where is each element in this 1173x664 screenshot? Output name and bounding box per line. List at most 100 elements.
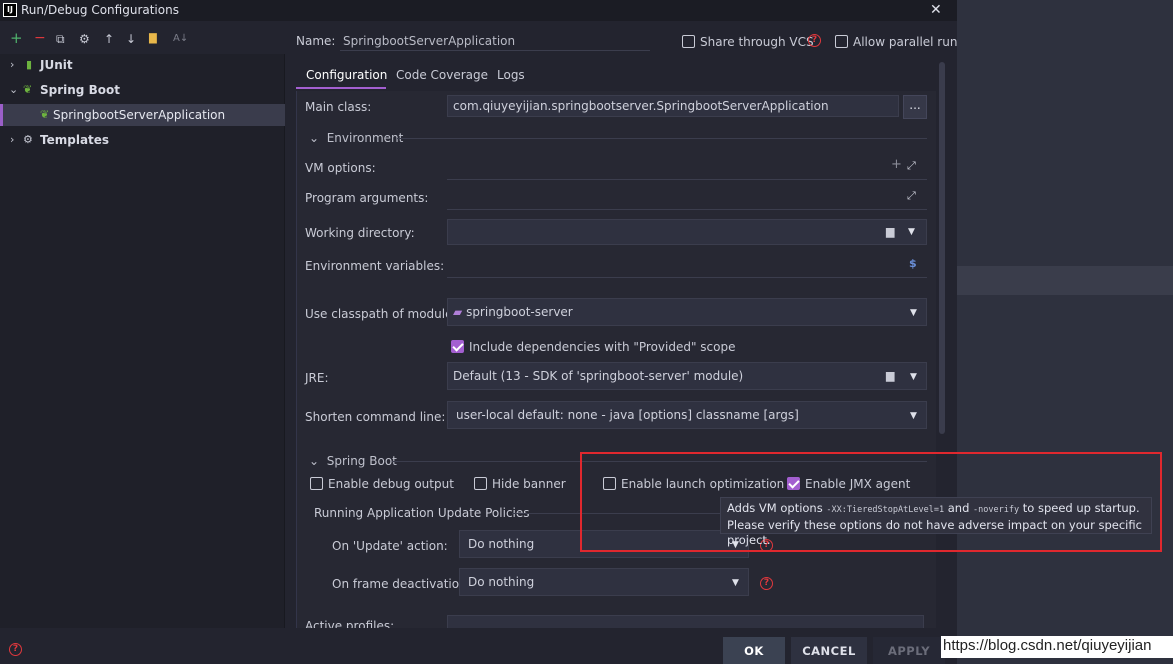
background-band	[957, 266, 1173, 295]
spring-boot-icon: ❦	[40, 108, 50, 121]
bottom-bar: ? OK CANCEL APPLY	[0, 628, 957, 664]
settings-icon[interactable]: ⚙	[79, 32, 90, 46]
copy-icon[interactable]: ⧉	[56, 32, 65, 47]
enable-debug-output-checkbox[interactable]: Enable debug output	[310, 476, 454, 491]
help-icon[interactable]: ?	[9, 643, 22, 656]
active-profiles-input[interactable]	[447, 615, 924, 628]
wrench-icon: ⚙	[23, 133, 33, 146]
vm-options-input[interactable]: + ⤢	[447, 154, 927, 180]
dropdown-arrow-icon[interactable]: ▼	[732, 578, 739, 588]
working-directory-label: Working directory:	[305, 226, 415, 240]
shorten-command-select[interactable]: user-local default: none - java [options…	[447, 401, 927, 429]
folder-icon[interactable]: ▇	[149, 33, 157, 44]
classpath-module-text: springboot-server	[466, 305, 573, 319]
program-arguments-input[interactable]: ⤢	[447, 184, 927, 210]
jre-select[interactable]: Default (13 - SDK of 'springboot-server'…	[447, 362, 927, 390]
tree-item-label: Templates	[40, 133, 110, 147]
checkbox-box[interactable]	[474, 477, 487, 490]
expand-icon[interactable]: ⤢	[907, 159, 916, 173]
on-frame-deactivation-label: On frame deactivation:	[332, 577, 471, 591]
checkbox-box[interactable]	[682, 35, 695, 48]
active-profiles-label: Active profiles:	[305, 619, 395, 628]
watermark: https://blog.csdn.net/qiuyeyijian	[941, 636, 1173, 658]
tree-item-label: JUnit	[40, 58, 73, 72]
main-class-label: Main class:	[305, 100, 372, 114]
share-vcs-label: Share through VCS	[700, 34, 814, 49]
spring-boot-section[interactable]: ⌄ Spring Boot	[309, 454, 397, 468]
tree-item-label: SpringbootServerApplication	[53, 108, 226, 122]
title-bar: IJ Run/Debug Configurations ✕	[0, 0, 957, 21]
spring-boot-icon: ❦	[23, 83, 33, 96]
close-icon[interactable]: ✕	[930, 2, 942, 18]
browse-button[interactable]: ...	[903, 95, 927, 119]
dropdown-arrow-icon[interactable]: ▼	[910, 372, 917, 382]
checkbox-box[interactable]	[451, 340, 464, 353]
help-icon[interactable]: ?	[808, 34, 821, 47]
chevron-down-icon: ⌄	[309, 454, 320, 468]
folder-icon[interactable]: ▆	[886, 369, 894, 382]
move-up-icon[interactable]: ↑	[104, 32, 114, 46]
jre-value: Default (13 - SDK of 'springboot-server'…	[453, 369, 744, 383]
sort-icon[interactable]: A↓	[173, 33, 188, 44]
active-tab-indicator	[296, 87, 386, 89]
tree-item-springboot-server-application[interactable]: ❦ SpringbootServerApplication	[0, 104, 285, 126]
add-icon[interactable]: +	[10, 29, 23, 47]
hide-banner-checkbox[interactable]: Hide banner	[474, 476, 566, 491]
share-vcs-checkbox[interactable]: Share through VCS	[682, 34, 814, 49]
main-class-input[interactable]: com.qiuyeyijian.springbootserver.Springb…	[447, 95, 899, 117]
shorten-command-value: user-local default: none - java [options…	[456, 408, 799, 422]
dollar-icon[interactable]: $	[909, 257, 917, 270]
run-debug-dialog: IJ Run/Debug Configurations ✕ + − ⧉ ⚙ ↑ …	[0, 0, 957, 664]
checkbox-box[interactable]	[310, 477, 323, 490]
name-label: Name:	[296, 34, 336, 48]
classpath-module-select[interactable]: ▰ springboot-server ▼	[447, 298, 927, 326]
enable-debug-output-label: Enable debug output	[328, 476, 454, 491]
tree-item-junit[interactable]: › ▮ JUnit	[0, 54, 285, 76]
checkbox-box[interactable]	[835, 35, 848, 48]
add-icon[interactable]: +	[891, 157, 902, 172]
update-policies-label: Running Application Update Policies	[314, 506, 530, 520]
remove-icon[interactable]: −	[34, 30, 46, 46]
name-input[interactable]: SpringbootServerApplication	[343, 34, 515, 48]
dropdown-arrow-icon[interactable]: ▼	[908, 227, 915, 237]
on-frame-deactivation-select[interactable]: Do nothing ▼	[459, 568, 749, 596]
environment-section[interactable]: ⌄ Environment	[309, 131, 403, 145]
ok-button[interactable]: OK	[723, 637, 785, 664]
working-directory-input[interactable]: ▆ ▼	[447, 219, 927, 245]
move-down-icon[interactable]: ↓	[126, 32, 136, 46]
include-dependencies-checkbox[interactable]: Include dependencies with "Provided" sco…	[451, 339, 736, 354]
environment-variables-label: Environment variables:	[305, 259, 445, 273]
dropdown-arrow-icon[interactable]: ▼	[910, 308, 917, 318]
window-title: Run/Debug Configurations	[21, 3, 179, 17]
help-icon[interactable]: ?	[760, 577, 773, 590]
classpath-module-label: Use classpath of module:	[305, 307, 457, 321]
classpath-module-value: ▰ springboot-server	[453, 305, 573, 319]
environment-section-label: Environment	[326, 131, 404, 145]
tree-item-label: Spring Boot	[40, 83, 120, 97]
cancel-button[interactable]: CANCEL	[791, 637, 867, 664]
shorten-command-label: Shorten command line:	[305, 410, 446, 424]
folder-icon[interactable]: ▆	[886, 225, 894, 238]
expand-icon[interactable]: ⤢	[907, 189, 916, 203]
section-divider	[397, 138, 927, 139]
allow-parallel-checkbox[interactable]: Allow parallel run	[835, 34, 957, 49]
chevron-right-icon[interactable]: ›	[10, 129, 14, 151]
tree-item-templates[interactable]: › ⚙ Templates	[0, 129, 285, 151]
on-update-value: Do nothing	[468, 537, 535, 551]
vertical-scrollbar[interactable]	[939, 62, 945, 434]
background-area	[957, 0, 1173, 664]
tree-item-spring-boot[interactable]: ⌄ ❦ Spring Boot	[0, 79, 285, 101]
tab-code-coverage[interactable]: Code Coverage	[396, 68, 488, 82]
chevron-down-icon: ⌄	[309, 131, 320, 145]
dropdown-arrow-icon[interactable]: ▼	[910, 411, 917, 421]
chevron-down-icon[interactable]: ⌄	[9, 79, 18, 101]
chevron-right-icon[interactable]: ›	[10, 54, 14, 76]
tab-configuration[interactable]: Configuration	[306, 68, 387, 82]
module-icon: ▰	[453, 305, 463, 319]
on-frame-deactivation-value: Do nothing	[468, 575, 535, 589]
junit-icon: ▮	[26, 58, 33, 71]
environment-variables-input[interactable]: $	[447, 252, 927, 278]
apply-button[interactable]: APPLY	[873, 637, 945, 664]
tab-logs[interactable]: Logs	[497, 68, 525, 82]
name-underline	[340, 50, 650, 51]
